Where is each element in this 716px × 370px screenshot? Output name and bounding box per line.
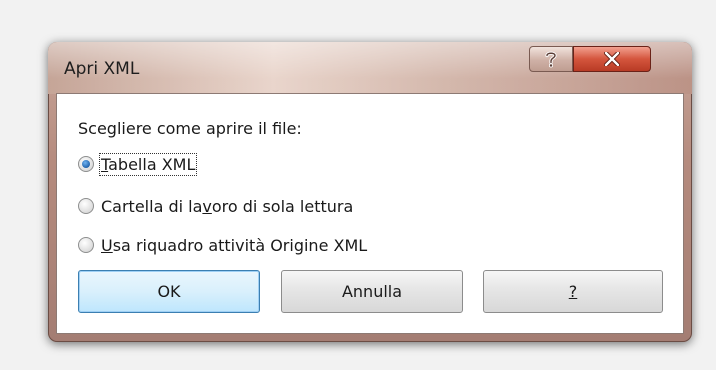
- radio-xml-table[interactable]: [78, 156, 94, 172]
- dialog-title: Apri XML: [64, 59, 140, 79]
- option-xml-source-pane[interactable]: Usa riquadro attività Origine XML: [78, 233, 367, 257]
- close-x-icon: [604, 52, 620, 66]
- open-xml-dialog: Apri XML Scegliere come aprire il file: …: [48, 42, 692, 342]
- help-button[interactable]: ?: [483, 270, 663, 313]
- radio-xml-source-pane[interactable]: [78, 237, 94, 253]
- option-label-read-only-workbook: Cartella di lavoro di sola lettura: [101, 196, 354, 216]
- title-bar[interactable]: Apri XML: [48, 42, 692, 94]
- dialog-body: Scegliere come aprire il file: Tabella X…: [56, 93, 684, 334]
- help-button-label: ?: [568, 282, 578, 301]
- title-help-button[interactable]: [529, 46, 573, 72]
- ok-button[interactable]: OK: [78, 270, 260, 313]
- cancel-button[interactable]: Annulla: [281, 270, 463, 313]
- radio-read-only-workbook[interactable]: [78, 198, 94, 214]
- option-read-only-workbook[interactable]: Cartella di lavoro di sola lettura: [78, 194, 353, 218]
- prompt-label: Scegliere come aprire il file:: [78, 119, 302, 138]
- option-label-xml-table: Tabella XML: [98, 152, 198, 176]
- question-mark-icon: [545, 51, 557, 68]
- title-close-button[interactable]: [573, 46, 651, 72]
- option-label-xml-source-pane: Usa riquadro attività Origine XML: [101, 235, 368, 255]
- option-xml-table[interactable]: Tabella XML: [78, 152, 198, 176]
